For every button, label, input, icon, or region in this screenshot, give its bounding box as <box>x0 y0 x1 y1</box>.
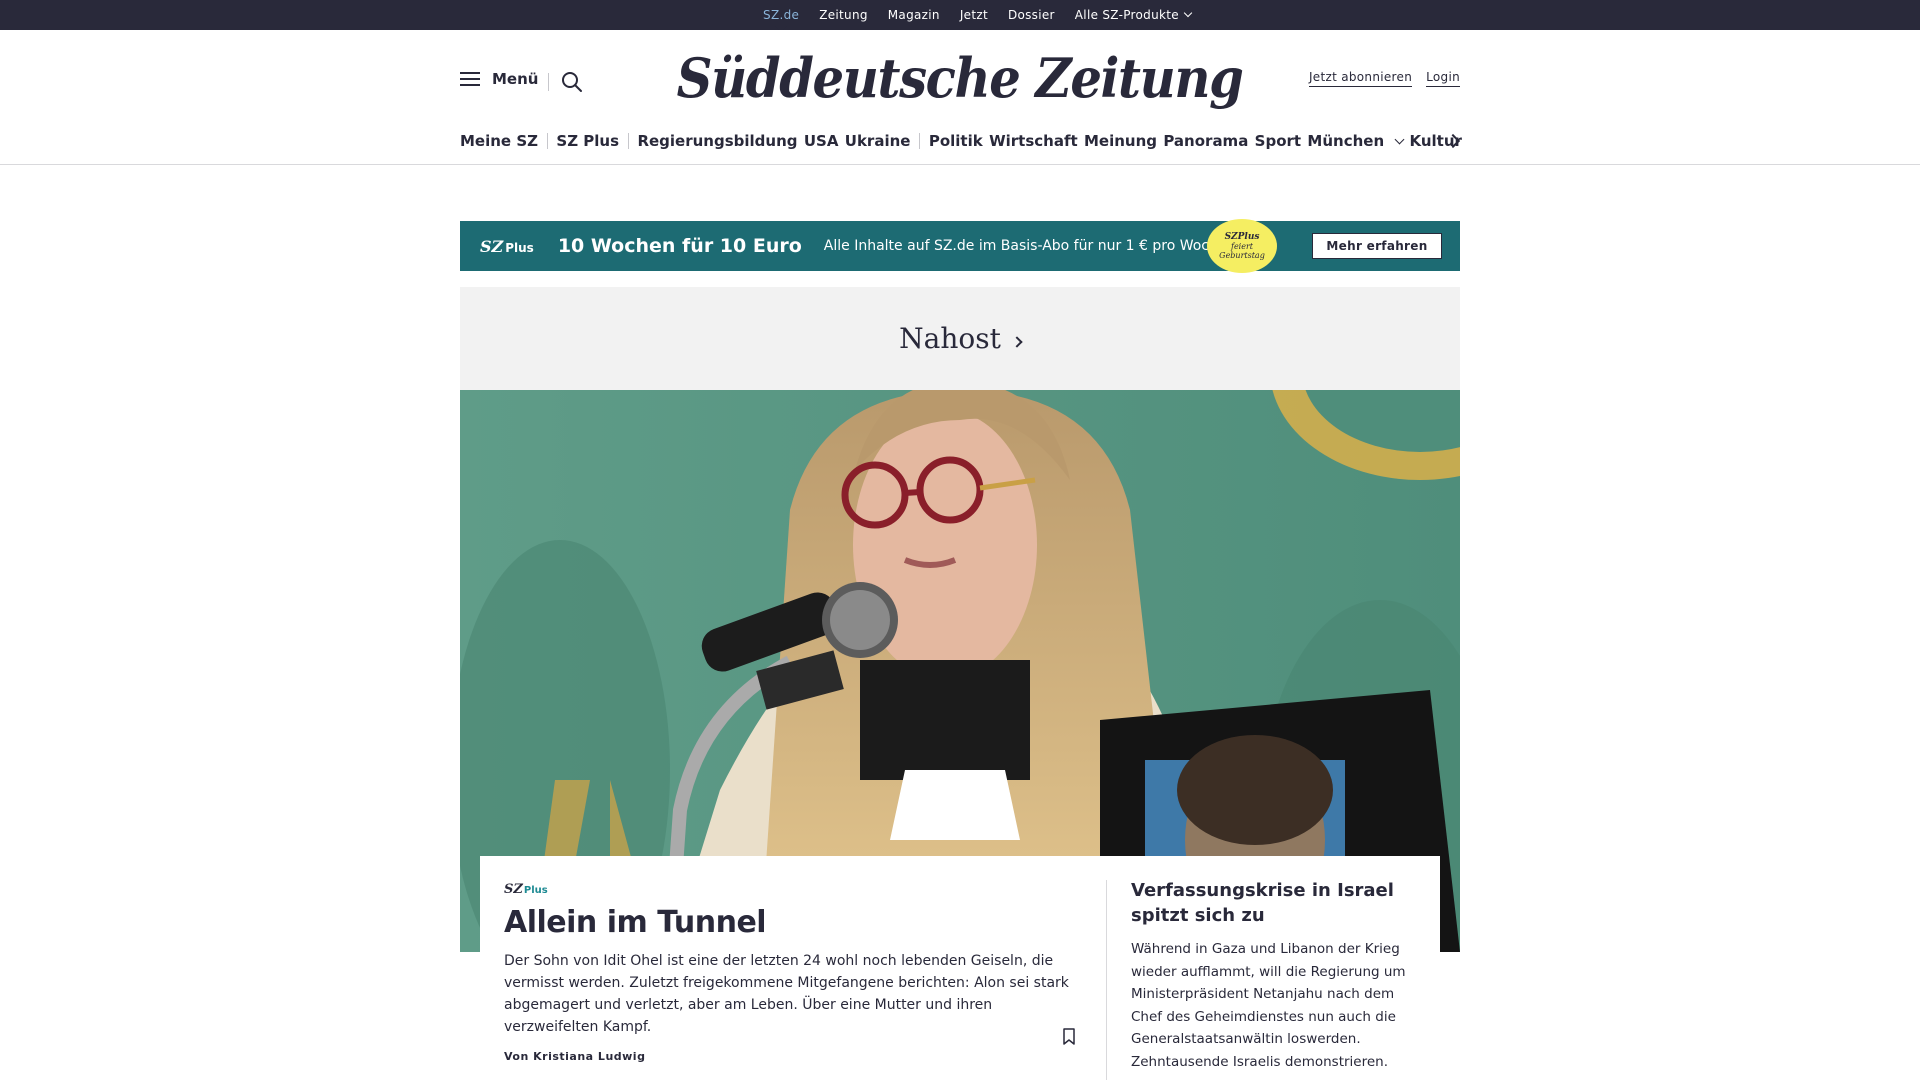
main-article[interactable]: SZ Plus Allein im Tunnel Der Sohn von Idi… <box>504 882 1074 1063</box>
article-teaser: Der Sohn von Idit Ohel ist eine der letz… <box>504 953 1069 1035</box>
bookmark-button[interactable] <box>1062 1028 1076 1046</box>
article-byline: Von Kristiana Ludwig <box>504 1050 646 1063</box>
chevron-right-icon <box>1011 335 1023 348</box>
topbar-link-jetzt[interactable]: Jetzt <box>960 8 988 22</box>
nav-item-usa[interactable]: USA <box>804 132 839 150</box>
nav-item-wirtschaft[interactable]: Wirtschaft <box>989 132 1078 150</box>
nav-item-muenchen-label: München <box>1307 132 1385 150</box>
site-logo[interactable]: Süddeutsche Zeitung <box>0 46 1920 110</box>
login-link[interactable]: Login <box>1426 70 1460 87</box>
topbar-link-zeitung[interactable]: Zeitung <box>819 8 868 22</box>
site-header: Menü Süddeutsche Zeitung Jetzt abonniere… <box>0 30 1920 165</box>
nav-item-panorama[interactable]: Panorama <box>1163 132 1248 150</box>
chevron-down-icon <box>1183 8 1193 18</box>
promo-headline: 10 Wochen für 10 Euro <box>557 235 802 257</box>
side-article-teaser: Während in Gaza und Libanon der Krieg wi… <box>1131 941 1406 1070</box>
nav-item-meine-sz[interactable]: Meine SZ <box>460 132 538 150</box>
section-title: Nahost <box>899 322 1001 355</box>
sz-plus-tag: SZ Plus <box>504 882 1074 897</box>
card-divider <box>1106 880 1107 1080</box>
site-logo-text: Süddeutsche Zeitung <box>677 46 1244 110</box>
nav-item-politik[interactable]: Politik <box>929 132 983 150</box>
promo-more-button[interactable]: Mehr erfahren <box>1312 233 1442 259</box>
topbar-products-label: Alle SZ-Produkte <box>1074 8 1179 22</box>
sz-plus-logo: SZ Plus <box>480 237 534 256</box>
badge-line-2: Geburtstag <box>1219 251 1265 261</box>
top-bar: SZ.de Zeitung Magazin Jetzt Dossier Alle… <box>0 0 1920 32</box>
nav-item-ukraine[interactable]: Ukraine <box>845 132 911 150</box>
article-card: SZ Plus Allein im Tunnel Der Sohn von Idi… <box>480 856 1440 1080</box>
bookmark-icon <box>1063 1028 1075 1045</box>
badge-brand: SZPlus <box>1224 231 1260 242</box>
topbar-link-szde[interactable]: SZ.de <box>763 8 799 32</box>
nav-item-muenchen[interactable]: München <box>1307 132 1405 150</box>
side-article[interactable]: Verfassungskrise in Israel spitzt sich z… <box>1131 878 1421 1073</box>
sz-plus-logo-brand: SZ <box>480 236 504 256</box>
badge-line-1: feiert <box>1230 241 1254 251</box>
article-headline[interactable]: Allein im Tunnel <box>504 905 1074 940</box>
main-navigation: Meine SZ SZ Plus Regierungsbildung USA U… <box>460 129 1462 153</box>
nav-item-regierungsbildung[interactable]: Regierungsbildung <box>637 132 797 150</box>
nav-item-sz-plus[interactable]: SZ Plus <box>556 132 619 150</box>
chevron-right-icon[interactable] <box>1446 133 1462 149</box>
sz-plus-logo-suffix: Plus <box>505 240 534 255</box>
topbar-products-dropdown[interactable]: Alle SZ-Produkte <box>1074 8 1193 22</box>
topbar-link-dossier[interactable]: Dossier <box>1008 8 1055 22</box>
chevron-down-icon <box>1394 134 1405 144</box>
subscribe-link[interactable]: Jetzt abonnieren <box>1308 70 1413 87</box>
birthday-badge: SZPlus feiert Geburtstag <box>1207 219 1277 273</box>
section-header-nahost[interactable]: Nahost <box>460 287 1460 390</box>
sz-plus-tag-suffix: Plus <box>523 885 548 896</box>
side-article-headline[interactable]: Verfassungskrise in Israel spitzt sich z… <box>1131 878 1421 928</box>
promo-banner[interactable]: SZ Plus 10 Wochen für 10 Euro Alle Inhalt… <box>460 219 1460 273</box>
promo-text: Alle Inhalte auf SZ.de im Basis-Abo für … <box>823 238 1231 254</box>
top-bar-links: SZ.de Zeitung Magazin Jetzt Dossier Alle… <box>0 0 1920 32</box>
nav-item-meinung[interactable]: Meinung <box>1084 132 1157 150</box>
nav-item-sport[interactable]: Sport <box>1255 132 1301 150</box>
sz-plus-tag-brand: SZ <box>504 882 523 897</box>
topbar-link-magazin[interactable]: Magazin <box>888 8 940 22</box>
account-links: Jetzt abonnieren Login <box>1308 70 1460 87</box>
